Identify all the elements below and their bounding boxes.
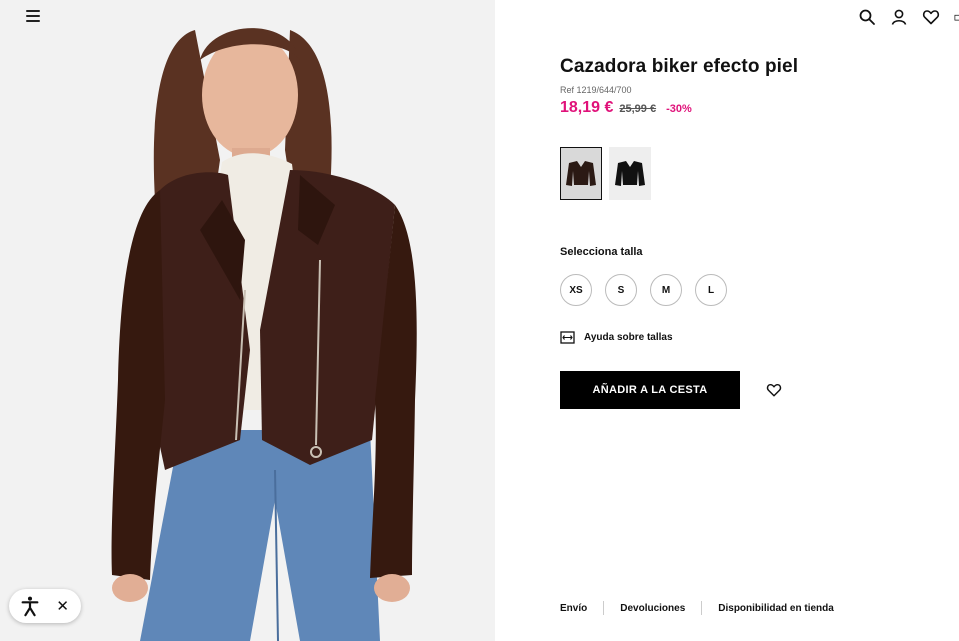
close-icon[interactable]: ✕ bbox=[56, 599, 69, 614]
size-help-link[interactable]: Ayuda sobre tallas bbox=[560, 331, 673, 344]
jacket-thumbnail-icon bbox=[566, 160, 596, 186]
product-reference: Ref 1219/644/700 bbox=[560, 85, 632, 95]
bag-icon[interactable] bbox=[954, 8, 959, 26]
header-icons bbox=[858, 8, 959, 26]
wishlist-heart-icon[interactable] bbox=[766, 382, 782, 398]
size-option-s[interactable]: S bbox=[605, 274, 637, 306]
jacket-thumbnail-icon bbox=[615, 160, 645, 186]
size-label: Selecciona talla bbox=[560, 246, 643, 258]
original-price: 25,99 € bbox=[619, 103, 657, 115]
footer-links: Envío Devoluciones Disponibilidad en tie… bbox=[560, 601, 834, 615]
ruler-icon bbox=[560, 331, 575, 344]
size-selector: XS S M L bbox=[560, 274, 727, 306]
size-option-m[interactable]: M bbox=[650, 274, 682, 306]
footer-link-envio[interactable]: Envío bbox=[560, 603, 587, 614]
product-title: Cazadora biker efecto piel bbox=[560, 56, 799, 77]
price-row: 18,19 € 25,99 € -30% bbox=[560, 99, 940, 117]
heart-icon[interactable] bbox=[922, 8, 940, 26]
product-info: Cazadora biker efecto piel Ref 1219/644/… bbox=[560, 56, 940, 117]
hamburger-menu-icon[interactable] bbox=[26, 10, 40, 22]
divider bbox=[603, 601, 605, 615]
current-price: 18,19 € bbox=[560, 99, 614, 116]
accessibility-icon[interactable] bbox=[19, 595, 41, 617]
size-help-label: Ayuda sobre tallas bbox=[584, 332, 673, 343]
footer-link-disponibilidad[interactable]: Disponibilidad en tienda bbox=[718, 603, 834, 614]
color-swatch-brown[interactable] bbox=[560, 147, 602, 200]
user-icon[interactable] bbox=[890, 8, 908, 26]
discount-badge: -30% bbox=[666, 103, 692, 115]
size-option-l[interactable]: L bbox=[695, 274, 727, 306]
product-photo bbox=[0, 0, 495, 641]
add-to-cart-button[interactable]: AÑADIR A LA CESTA bbox=[560, 371, 740, 409]
accessibility-widget: ✕ bbox=[9, 589, 81, 623]
divider bbox=[701, 601, 703, 615]
color-swatch-black[interactable] bbox=[609, 147, 651, 200]
color-swatches bbox=[560, 147, 651, 200]
product-gallery: ✕ bbox=[0, 0, 495, 641]
size-option-xs[interactable]: XS bbox=[560, 274, 592, 306]
footer-link-devoluciones[interactable]: Devoluciones bbox=[620, 603, 685, 614]
search-icon[interactable] bbox=[858, 8, 876, 26]
